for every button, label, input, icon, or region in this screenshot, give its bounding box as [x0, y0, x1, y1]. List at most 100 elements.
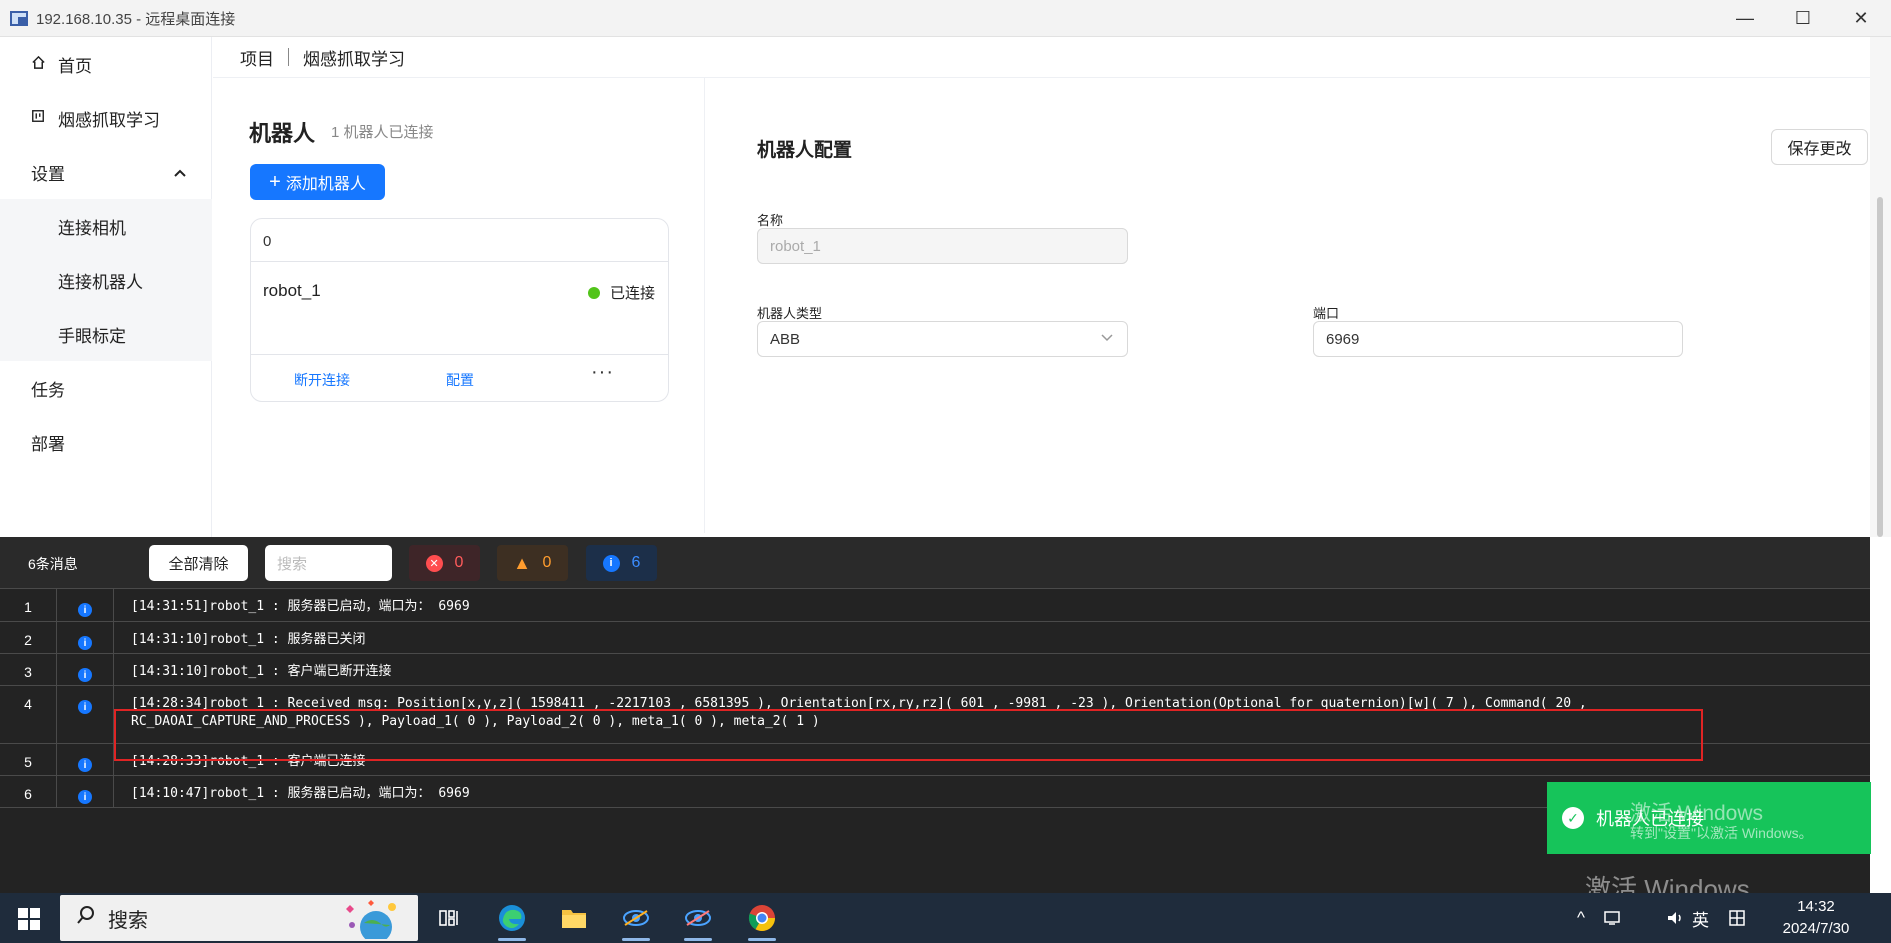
breadcrumb: 项目 烟感抓取学习	[240, 37, 405, 77]
sidebar-item-label: 任务	[31, 380, 65, 400]
home-icon	[30, 55, 46, 74]
save-changes-button[interactable]: 保存更改	[1771, 129, 1868, 165]
plus-icon: +	[269, 171, 281, 193]
sidebar-item-hand-eye[interactable]: 手眼标定	[0, 307, 212, 361]
sidebar-item-label: 连接机器人	[58, 272, 143, 292]
window-titlebar: 192.168.10.35 - 远程桌面连接 — ☐ ✕	[0, 0, 1891, 37]
maximize-button[interactable]: ☐	[1774, 0, 1832, 37]
robot-type-select[interactable]: ABB	[757, 321, 1128, 357]
close-button[interactable]: ✕	[1832, 0, 1890, 37]
log-message: [14:31:51]robot_1 : 服务器已启动，端口为： 6969	[131, 599, 470, 614]
edge-browser-icon[interactable]	[484, 893, 540, 943]
more-actions-icon[interactable]: ···	[591, 361, 614, 384]
clock-time: 14:32	[1797, 898, 1835, 915]
warning-filter-button[interactable]: ▲ 0	[497, 545, 568, 581]
panel-divider	[704, 78, 705, 533]
chevron-up-icon	[174, 165, 186, 180]
log-row-number: 4	[0, 686, 57, 743]
ime-language-indicator[interactable]: 英	[1692, 893, 1709, 943]
sidebar-item-label: 连接相机	[58, 218, 126, 238]
sidebar: 首页 烟感抓取学习 设置 连接相机 连接机器人 手眼标定 任务 部署	[0, 37, 212, 537]
sidebar-item-label: 首页	[58, 56, 92, 76]
name-label: 名称	[757, 213, 784, 228]
chevron-down-icon	[1101, 331, 1113, 345]
log-row[interactable]: 1 i [14:31:51]robot_1 : 服务器已启动，端口为： 6969	[0, 588, 1870, 621]
robot-status: 已连接	[610, 285, 656, 302]
port-label: 端口	[1313, 306, 1340, 321]
volume-icon[interactable]	[1666, 893, 1686, 943]
check-circle-icon: ✓	[1562, 807, 1584, 829]
taskbar-clock[interactable]: 14:32 2024/7/30	[1766, 896, 1866, 940]
robot-name: robot_1	[263, 281, 321, 300]
sidebar-item-connect-camera[interactable]: 连接相机	[0, 199, 212, 253]
log-row[interactable]: 3 i [14:31:10]robot_1 : 客户端已断开连接	[0, 653, 1870, 685]
log-search-input[interactable]: 搜索	[265, 545, 392, 581]
info-icon: i	[57, 654, 114, 685]
warning-icon: ▲	[513, 552, 531, 573]
robot-name-field: robot_1	[757, 228, 1128, 264]
port-field[interactable]: 6969	[1313, 321, 1683, 357]
add-robot-label: 添加机器人	[285, 176, 366, 193]
clear-all-button[interactable]: 全部清除	[149, 545, 248, 581]
log-message: [14:31:10]robot_1 : 客户端已断开连接	[131, 664, 392, 679]
robot-type-value: ABB	[770, 330, 801, 348]
chrome-browser-icon[interactable]	[734, 893, 790, 943]
breadcrumb-separator	[288, 48, 289, 66]
vertical-scrollbar[interactable]	[1870, 37, 1891, 537]
log-row[interactable]: 2 i [14:31:10]robot_1 : 服务器已关闭	[0, 621, 1870, 653]
minimize-button[interactable]: —	[1716, 0, 1774, 37]
windows-start-icon[interactable]	[18, 908, 40, 930]
network-icon[interactable]	[1603, 893, 1621, 943]
error-icon: ✕	[425, 554, 443, 572]
sidebar-item-tasks[interactable]: 任务	[0, 361, 212, 415]
add-robot-button[interactable]: + 添加机器人	[250, 164, 385, 200]
search-highlight-icon	[346, 900, 396, 939]
project-icon	[30, 109, 46, 127]
configure-link[interactable]: 配置	[446, 370, 474, 390]
highlight-annotation-box	[114, 709, 1703, 761]
config-title: 机器人配置	[757, 140, 853, 161]
clock-date: 2024/7/30	[1782, 920, 1850, 937]
info-icon: i	[57, 776, 114, 807]
info-filter-button[interactable]: i 6	[586, 545, 657, 581]
breadcrumb-current[interactable]: 烟感抓取学习	[303, 45, 405, 70]
robot-type-label: 机器人类型	[757, 306, 823, 321]
active-indicator	[622, 938, 650, 941]
sidebar-item-smoke-learning[interactable]: 烟感抓取学习	[0, 91, 212, 145]
sidebar-item-home[interactable]: 首页	[0, 37, 212, 91]
info-icon: i	[57, 622, 114, 653]
info-icon: i	[602, 554, 620, 572]
robots-connected-count: 1 机器人已连接	[331, 124, 434, 141]
file-explorer-icon[interactable]	[546, 893, 602, 943]
sidebar-item-label: 手眼标定	[58, 326, 126, 346]
info-icon: i	[57, 589, 114, 621]
disconnect-link[interactable]: 断开连接	[294, 370, 350, 390]
message-count: 6条消息	[28, 556, 78, 572]
app-eye-icon[interactable]	[670, 893, 726, 943]
sidebar-item-connect-robot[interactable]: 连接机器人	[0, 253, 212, 307]
taskbar-search[interactable]: 搜索	[60, 895, 418, 941]
tray-chevron-icon[interactable]: ^	[1577, 893, 1585, 943]
sidebar-item-label: 设置	[31, 164, 65, 184]
error-filter-button[interactable]: ✕ 0	[409, 545, 480, 581]
search-icon	[76, 905, 96, 931]
scrollbar-thumb[interactable]	[1877, 197, 1883, 537]
sidebar-item-settings[interactable]: 设置	[0, 145, 212, 199]
active-indicator	[498, 938, 526, 941]
sidebar-item-label: 部署	[31, 434, 65, 454]
log-row-number: 2	[0, 622, 57, 653]
log-message: [14:31:10]robot_1 : 服务器已关闭	[131, 632, 366, 647]
console-toolbar: 6条消息 全部清除 搜索 ✕ 0 ▲ 0 i 6	[0, 537, 1870, 588]
taskbar: 搜索 ^ 英 14:32 2024/7/30	[0, 893, 1891, 943]
ime-mode-icon[interactable]	[1728, 893, 1746, 943]
robot-card: 0 robot_1 已连接 断开连接 配置 ···	[250, 218, 669, 402]
breadcrumb-project[interactable]: 项目	[240, 45, 274, 70]
status-dot-icon	[588, 287, 600, 299]
activation-watermark-text: 转到"设置"以激活 Windows。	[1630, 825, 1813, 841]
sidebar-item-deploy[interactable]: 部署	[0, 415, 212, 469]
app-eye-icon[interactable]	[608, 893, 664, 943]
log-row-number: 6	[0, 776, 57, 807]
robots-title: 机器人	[249, 121, 316, 146]
sidebar-item-label: 烟感抓取学习	[58, 110, 160, 130]
task-view-icon[interactable]	[422, 893, 478, 943]
